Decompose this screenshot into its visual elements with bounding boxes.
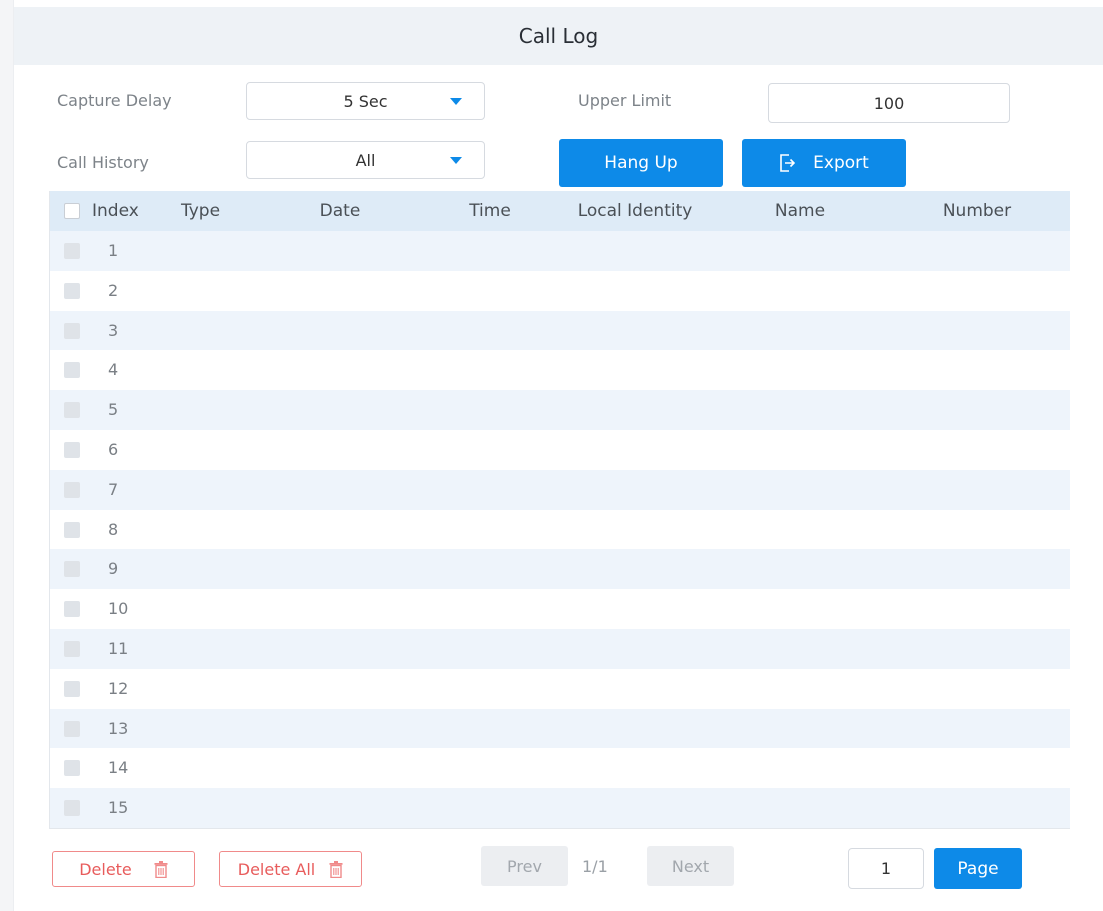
upper-limit-value: 100 [873,93,905,113]
row-checkbox[interactable] [64,601,80,618]
export-button[interactable]: Export [742,139,906,187]
row-index: 4 [108,360,119,380]
table-row[interactable]: 11 [50,629,1070,669]
row-index: 7 [108,479,119,499]
next-button[interactable]: Next [647,846,734,886]
prev-button[interactable]: Prev [481,846,568,886]
row-index: 11 [108,639,129,658]
chevron-down-icon [450,98,462,105]
chevron-down-icon [450,157,462,164]
prev-label: Prev [507,856,542,876]
delete-all-label: Delete All [237,859,316,879]
next-label: Next [671,856,710,876]
row-checkbox[interactable] [64,561,80,578]
row-index: 15 [108,798,129,818]
left-edge-strip [0,0,14,911]
call-history-select[interactable]: All [246,141,485,179]
table-row[interactable]: 7 [50,469,1070,510]
page-title-text: Call Log [518,24,599,48]
row-index: 14 [108,758,129,778]
row-checkbox[interactable] [64,322,80,339]
delete-all-button[interactable]: Delete All [219,851,362,887]
select-all-checkbox[interactable] [64,203,80,219]
row-index: 6 [108,440,119,459]
export-icon [779,154,796,172]
row-checkbox[interactable] [64,402,80,419]
row-checkbox[interactable] [64,282,80,299]
row-checkbox[interactable] [64,680,80,697]
delete-button[interactable]: Delete [52,851,195,887]
row-index: 5 [108,400,119,420]
call-history-value: All [355,150,376,170]
row-checkbox[interactable] [64,760,80,777]
row-checkbox[interactable] [64,362,80,379]
row-index: 2 [108,280,119,300]
row-index: 3 [108,320,119,340]
hang-up-label: Hang Up [604,153,678,173]
table-row[interactable]: 13 [50,708,1070,749]
column-header-index: Index [92,201,139,221]
hang-up-button[interactable]: Hang Up [559,139,723,187]
table-row[interactable]: 14 [50,748,1070,789]
table-row[interactable]: 3 [50,310,1070,351]
table-row[interactable]: 15 [50,788,1070,829]
column-header-date: Date [319,201,361,221]
table-row[interactable]: 8 [50,509,1070,550]
table-row[interactable]: 9 [50,549,1070,590]
table-row[interactable]: 2 [50,270,1070,311]
page-indicator: 1/1 [582,857,608,876]
capture-delay-select[interactable]: 5 Sec [246,82,485,120]
column-header-type: Type [181,201,221,221]
table-row[interactable]: 5 [50,390,1070,431]
capture-delay-value: 5 Sec [343,91,388,111]
row-checkbox[interactable] [64,243,80,259]
page-title: Call Log [14,7,1103,65]
table-row[interactable]: 4 [50,350,1070,391]
table-row[interactable]: 10 [50,589,1070,630]
row-index: 12 [108,678,129,698]
row-checkbox[interactable] [64,641,80,657]
call-log-table: Index Type Date Time Local Identity Name… [49,191,1070,829]
trash-icon [329,860,343,878]
table-row[interactable]: 1 [50,231,1070,271]
call-history-label: Call History [57,153,149,172]
column-header-local-identity: Local Identity [577,201,693,221]
delete-label: Delete [79,859,132,879]
row-index: 13 [108,718,129,738]
row-checkbox[interactable] [64,521,80,538]
table-row[interactable]: 6 [50,430,1070,470]
page-go-button[interactable]: Page [934,848,1022,889]
page-number-input[interactable]: 1 [848,848,924,889]
page-go-label: Page [957,858,999,879]
row-index: 8 [108,519,119,539]
row-index: 10 [108,599,129,619]
column-header-time: Time [469,201,511,221]
column-header-number: Number [942,201,1012,221]
table-header: Index Type Date Time Local Identity Name… [50,191,1070,231]
page-number-value: 1 [880,859,892,878]
column-header-name: Name [774,201,826,221]
row-checkbox[interactable] [64,442,80,458]
row-index: 9 [108,559,119,579]
trash-icon [154,860,168,878]
row-checkbox[interactable] [64,481,80,498]
upper-limit-input[interactable]: 100 [768,83,1010,123]
row-index: 1 [108,241,119,260]
upper-limit-label: Upper Limit [578,91,672,110]
table-row[interactable]: 12 [50,668,1070,709]
export-label: Export [813,153,869,173]
capture-delay-label: Capture Delay [57,91,172,110]
row-checkbox[interactable] [64,720,80,737]
row-checkbox[interactable] [64,800,80,817]
